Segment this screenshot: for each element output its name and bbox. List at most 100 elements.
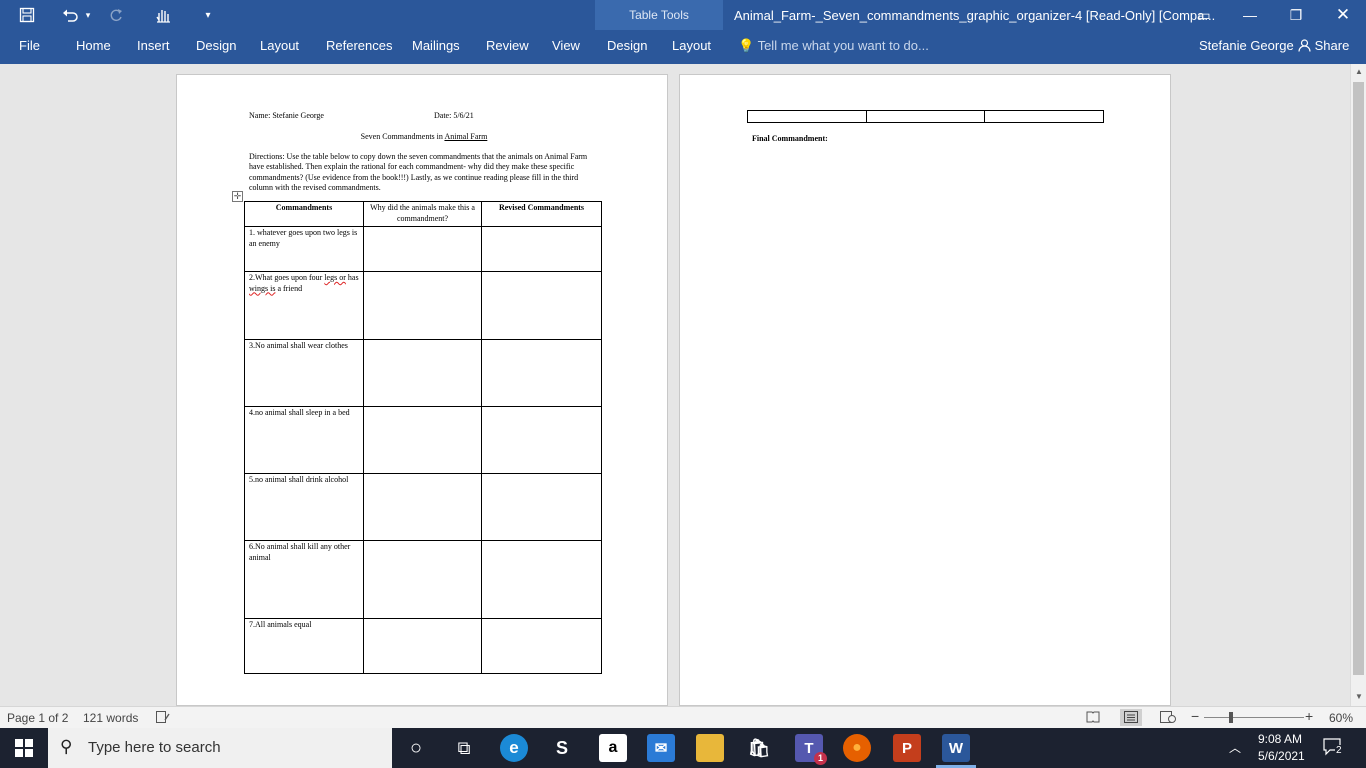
table-row: 3.No animal shall wear clothes (244, 339, 602, 407)
scroll-down-icon[interactable]: ▼ (1351, 689, 1366, 705)
store-icon[interactable]: 🛍 (745, 734, 773, 762)
why-cell[interactable] (363, 226, 482, 272)
header-why[interactable]: Why did the animals make this a commandm… (363, 201, 482, 227)
tab-file[interactable]: File (19, 38, 40, 53)
task-view-icon[interactable]: ⧉ (450, 734, 478, 762)
zoom-out-button[interactable]: − (1191, 708, 1199, 724)
revised-cell[interactable] (481, 406, 602, 474)
commandment-cell[interactable]: 7.All animals equal (244, 618, 364, 674)
ribbon-display-icon[interactable]: ▭ (1181, 0, 1227, 30)
table-move-handle-icon[interactable]: ✛ (232, 191, 243, 202)
table-header-row: Commandments Why did the animals make th… (244, 201, 602, 227)
page-2[interactable]: Final Commandment: (679, 74, 1171, 706)
commandment-cell[interactable]: 1. whatever goes upon two legs is an ene… (244, 226, 364, 272)
tab-design[interactable]: Design (196, 38, 236, 53)
header-revised[interactable]: Revised Commandments (481, 201, 602, 227)
user-name[interactable]: Stefanie George (1199, 38, 1294, 53)
show-hidden-icons-icon[interactable]: ︿ (1229, 739, 1241, 756)
tab-home[interactable]: Home (76, 38, 111, 53)
why-cell[interactable] (363, 271, 482, 340)
windows-start-icon[interactable] (0, 728, 48, 768)
clock-time[interactable]: 9:08 AM (1258, 732, 1302, 746)
zoom-slider[interactable] (1204, 717, 1304, 718)
tab-references[interactable]: References (326, 38, 392, 53)
revised-cell[interactable] (481, 473, 602, 541)
firefox-icon[interactable]: ● (843, 734, 871, 762)
commandment-cell[interactable]: 2.What goes upon four legs or has wings … (244, 271, 364, 340)
amazon-icon[interactable]: a (599, 734, 627, 762)
why-cell[interactable] (363, 339, 482, 407)
mail-icon[interactable]: ✉ (647, 734, 675, 762)
revised-cell[interactable] (481, 618, 602, 674)
continued-table[interactable] (747, 110, 1104, 123)
tab-view[interactable]: View (552, 38, 580, 53)
heading-prefix: Seven Commandments in (360, 132, 445, 141)
ribbon-tabs: File Home Insert Design Layout Reference… (0, 30, 1366, 64)
zoom-level[interactable]: 60% (1329, 711, 1353, 725)
revised-cell[interactable] (481, 226, 602, 272)
table-cell[interactable] (747, 110, 867, 123)
commandment-cell[interactable]: 5.no animal shall drink alcohol (244, 473, 364, 541)
scroll-thumb[interactable] (1353, 82, 1364, 675)
table-cell[interactable] (984, 110, 1104, 123)
tab-insert[interactable]: Insert (137, 38, 170, 53)
undo-dropdown-icon[interactable]: ▾ (82, 4, 94, 26)
clock-date[interactable]: 5/6/2021 (1258, 749, 1305, 763)
customize-qat-icon[interactable]: ▾ (201, 4, 215, 26)
commandment-cell[interactable]: 4.no animal shall sleep in a bed (244, 406, 364, 474)
scroll-up-icon[interactable]: ▲ (1351, 64, 1366, 80)
document-title: Animal_Farm-_Seven_commandments_graphic_… (734, 8, 1216, 23)
tell-me-text: Tell me what you want to do... (757, 38, 929, 53)
powerpoint-icon[interactable]: P (893, 734, 921, 762)
table-cell[interactable] (865, 110, 986, 123)
file-explorer-icon[interactable]: ▬ (696, 734, 724, 762)
revised-cell[interactable] (481, 540, 602, 619)
zoom-slider-thumb[interactable] (1229, 712, 1233, 723)
document-area[interactable]: Name: Stefanie George Date: 5/6/21 Seven… (0, 64, 1350, 706)
commandments-table[interactable]: Commandments Why did the animals make th… (244, 201, 602, 674)
revised-cell[interactable] (481, 339, 602, 407)
word-icon[interactable]: W (942, 734, 970, 762)
why-cell[interactable] (363, 473, 482, 541)
teams-icon[interactable]: T 1 (795, 734, 827, 765)
taskbar-search[interactable]: ⚲ Type here to search (48, 728, 392, 768)
word-count[interactable]: 121 words (83, 711, 138, 725)
page-1[interactable]: Name: Stefanie George Date: 5/6/21 Seven… (176, 74, 668, 706)
web-layout-icon[interactable] (1160, 711, 1176, 726)
notification-icon[interactable]: 2 (1323, 738, 1343, 759)
touch-mode-icon[interactable] (151, 4, 175, 26)
why-cell[interactable] (363, 618, 482, 674)
tab-table-design[interactable]: Design (607, 38, 647, 53)
app-s-icon[interactable]: S (548, 734, 576, 762)
undo-icon[interactable] (58, 4, 82, 26)
commandment-cell[interactable]: 3.No animal shall wear clothes (244, 339, 364, 407)
why-cell[interactable] (363, 540, 482, 619)
cell-text: has (345, 273, 359, 282)
redo-icon[interactable] (105, 4, 127, 26)
commandment-cell[interactable]: 6.No animal shall kill any other animal (244, 540, 364, 619)
restore-button[interactable]: ❐ (1273, 0, 1319, 30)
cortana-icon[interactable]: ○ (402, 734, 430, 762)
save-icon[interactable] (16, 4, 38, 26)
header-commandments[interactable]: Commandments (244, 201, 364, 227)
tab-layout[interactable]: Layout (260, 38, 299, 53)
table-row: 6.No animal shall kill any other animal (244, 540, 602, 619)
notification-count: 2 (1335, 745, 1343, 756)
tell-me-box[interactable]: 💡 Tell me what you want to do... (738, 38, 929, 54)
tab-mailings[interactable]: Mailings (412, 38, 460, 53)
zoom-in-button[interactable]: + (1305, 708, 1313, 724)
revised-cell[interactable] (481, 271, 602, 340)
share-button[interactable]: Share (1298, 38, 1349, 53)
edge-icon[interactable]: e (500, 734, 528, 762)
vertical-scrollbar[interactable]: ▲ ▼ (1350, 64, 1366, 706)
page-count[interactable]: Page 1 of 2 (7, 711, 68, 725)
print-layout-icon[interactable] (1120, 709, 1142, 726)
why-cell[interactable] (363, 406, 482, 474)
close-button[interactable]: ✕ (1320, 0, 1366, 30)
read-mode-icon[interactable] (1086, 711, 1100, 726)
tab-table-layout[interactable]: Layout (672, 38, 711, 53)
tab-review[interactable]: Review (486, 38, 529, 53)
status-bar: Page 1 of 2 121 words − + 60% (0, 706, 1366, 728)
minimize-button[interactable]: — (1227, 0, 1273, 30)
proofing-icon[interactable] (156, 711, 170, 726)
